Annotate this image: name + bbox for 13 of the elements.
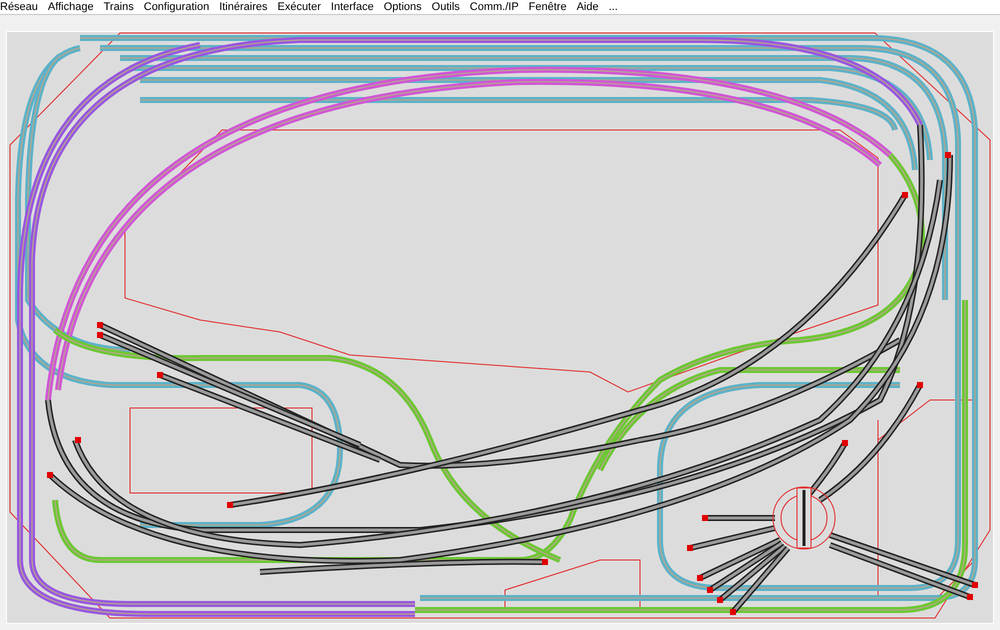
menu-item[interactable]: Réseau [0,0,43,14]
menu-item[interactable]: Configuration [138,0,214,14]
menu-item[interactable]: Options [378,0,427,14]
menu-item[interactable]: Affichage [42,0,99,14]
menu-item[interactable]: Exécuter [272,0,326,14]
menu-item[interactable]: Itinéraires [214,0,272,14]
menu-item[interactable]: Interface [326,0,379,14]
menu-item[interactable]: Trains [98,0,139,14]
menu-item[interactable]: Comm./IP [464,0,524,14]
menu-item[interactable]: ... [604,0,623,14]
menu-item[interactable]: Outils [426,0,465,14]
menu-item[interactable]: Fenêtre [524,0,572,14]
menu-item[interactable]: Aide [572,0,604,14]
